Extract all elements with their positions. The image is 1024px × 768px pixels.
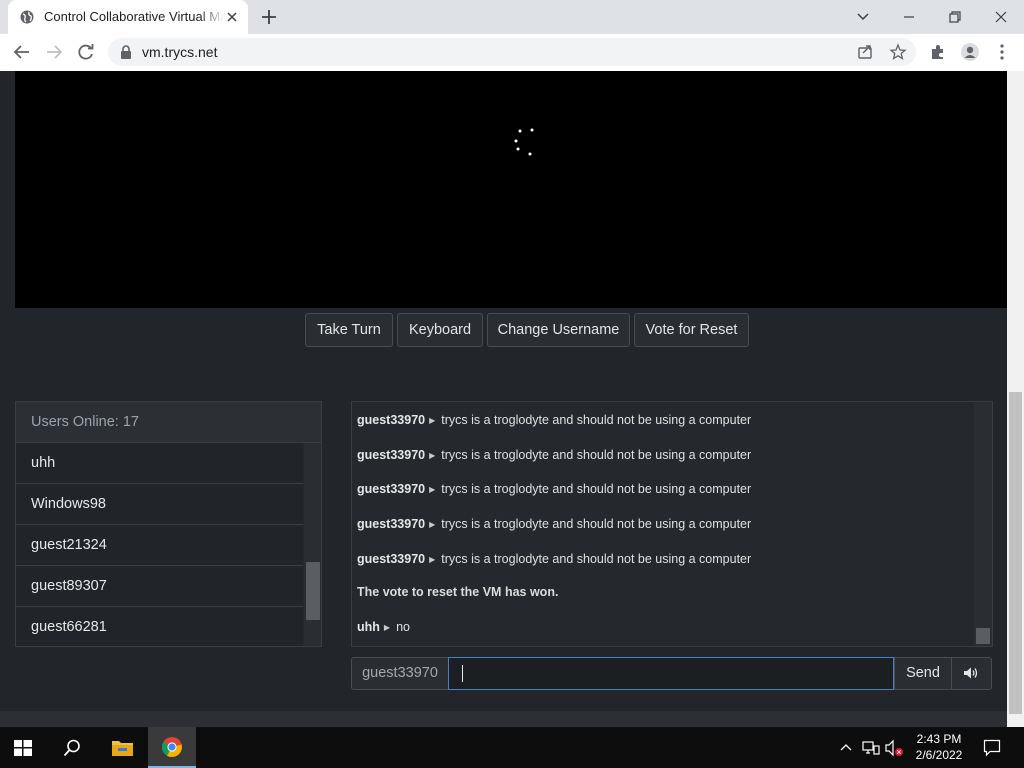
network-icon[interactable] <box>862 740 880 756</box>
chat-message: uhh ▶ no <box>357 620 410 634</box>
lock-icon[interactable] <box>120 45 132 59</box>
message-arrow-icon: ▶ <box>429 520 436 529</box>
user-list-scrollbar-thumb[interactable] <box>306 562 320 620</box>
address-bar[interactable]: vm.trycs.net <box>108 38 916 66</box>
chat-panel: guest33970 ▶ trycs is a troglodyte and sho… <box>351 401 993 647</box>
taskbar-chrome-button[interactable] <box>148 727 196 768</box>
restore-icon[interactable] <box>944 6 966 28</box>
chat-message: guest33970 ▶ trycs is a troglodyte and sho… <box>357 413 751 427</box>
text-caret <box>462 665 463 682</box>
extensions-puzzle-icon[interactable] <box>928 42 948 62</box>
search-icon[interactable] <box>62 738 82 758</box>
message-arrow-icon: ▶ <box>383 623 391 632</box>
message-arrow-icon: ▶ <box>429 485 436 494</box>
chat-message-user: uhh <box>357 620 380 634</box>
speaker-icon <box>964 667 978 679</box>
vm-button-row: Take Turn Keyboard Change Username Vote … <box>0 313 1007 347</box>
chat-input[interactable] <box>448 657 894 690</box>
loading-spinner-icon <box>514 128 534 156</box>
user-list-item: guest21324 <box>16 525 303 566</box>
chat-input-row: guest33970 Send <box>351 657 992 690</box>
chat-message-user: guest33970 <box>357 517 426 531</box>
page-scrollbar-thumb[interactable] <box>1009 392 1022 714</box>
close-window-icon[interactable] <box>990 6 1012 28</box>
user-list-item: uhh <box>16 443 303 484</box>
message-arrow-icon: ▶ <box>429 555 436 564</box>
chevron-up-icon[interactable] <box>839 742 853 752</box>
volume-muted-icon[interactable] <box>884 739 904 757</box>
chat-message-text: trycs is a troglodyte and should not be … <box>441 413 752 427</box>
chat-message-user: guest33970 <box>357 482 426 496</box>
chat-message-user: guest33970 <box>357 448 426 462</box>
system-message: The vote to reset the VM has won. <box>357 585 559 599</box>
close-tab-icon[interactable] <box>224 9 240 25</box>
message-arrow-icon: ▶ <box>429 416 436 425</box>
url-text: vm.trycs.net <box>142 44 218 60</box>
change-username-button[interactable]: Change Username <box>487 313 630 347</box>
vm-display[interactable] <box>15 71 1007 308</box>
clock-date: 2/6/2022 <box>915 748 963 762</box>
taskbar-clock[interactable]: 2:43 PM 2/6/2022 <box>906 731 972 763</box>
minimize-icon[interactable] <box>898 6 920 28</box>
chat-message: guest33970 ▶ trycs is a troglodyte and sho… <box>357 517 751 531</box>
chat-scrollbar[interactable] <box>974 402 992 646</box>
chat-message-text: trycs is a troglodyte and should not be … <box>441 552 752 566</box>
chat-scrollbar-thumb[interactable] <box>976 628 990 644</box>
user-list-item: guest89307 <box>16 566 303 607</box>
chat-message-text: no <box>396 620 410 634</box>
page-content: Take Turn Keyboard Change Username Vote … <box>0 71 1007 727</box>
reload-icon[interactable] <box>76 42 96 62</box>
chat-message-text: trycs is a troglodyte and should not be … <box>441 448 752 462</box>
new-tab-icon[interactable] <box>260 8 278 26</box>
user-list-item: Windows98 <box>16 484 303 525</box>
chrome-icon <box>161 737 182 757</box>
user-list-item: guest66281 <box>16 607 303 646</box>
send-button[interactable]: Send <box>894 657 952 690</box>
globe-icon <box>20 10 34 24</box>
windows-taskbar: 2:43 PM 2/6/2022 <box>0 727 1024 768</box>
users-online-header: Users Online: 17 <box>16 402 321 443</box>
browser-tab-strip: Control Collaborative Virtual Machines <box>0 0 1024 34</box>
keyboard-button[interactable]: Keyboard <box>397 313 483 347</box>
chat-message-text: trycs is a troglodyte and should not be … <box>441 482 752 496</box>
users-online-panel: Users Online: 17 uhh Windows98 guest2132… <box>15 401 322 647</box>
back-arrow-icon[interactable] <box>12 42 32 62</box>
chat-message: guest33970 ▶ trycs is a troglodyte and sho… <box>357 552 751 566</box>
sound-toggle-button[interactable] <box>951 657 992 690</box>
tab-title: Control Collaborative Virtual Machines <box>44 9 224 24</box>
take-turn-button[interactable]: Take Turn <box>305 313 393 347</box>
username-label: guest33970 <box>351 657 448 690</box>
notification-center-icon[interactable] <box>983 739 1001 757</box>
chat-message-text: trycs is a troglodyte and should not be … <box>441 517 752 531</box>
chat-message: guest33970 ▶ trycs is a troglodyte and sho… <box>357 448 751 462</box>
chat-message-user: guest33970 <box>357 413 426 427</box>
page-footer <box>0 711 1007 727</box>
windows-start-icon[interactable] <box>14 740 32 756</box>
bookmark-star-icon[interactable] <box>889 43 907 61</box>
browser-tab[interactable]: Control Collaborative Virtual Machines <box>8 0 248 34</box>
clock-time: 2:43 PM <box>916 732 962 746</box>
file-explorer-icon[interactable] <box>111 738 134 757</box>
share-icon[interactable] <box>856 43 874 61</box>
message-arrow-icon: ▶ <box>429 451 436 460</box>
chevron-down-icon[interactable] <box>852 6 874 28</box>
chat-message-user: guest33970 <box>357 552 426 566</box>
vote-for-reset-button[interactable]: Vote for Reset <box>634 313 749 347</box>
browser-toolbar: vm.trycs.net <box>0 34 1024 72</box>
chat-message: guest33970 ▶ trycs is a troglodyte and sho… <box>357 482 751 496</box>
forward-arrow-icon[interactable] <box>44 42 64 62</box>
profile-avatar-icon[interactable] <box>960 42 980 62</box>
menu-dots-icon[interactable] <box>992 42 1012 62</box>
